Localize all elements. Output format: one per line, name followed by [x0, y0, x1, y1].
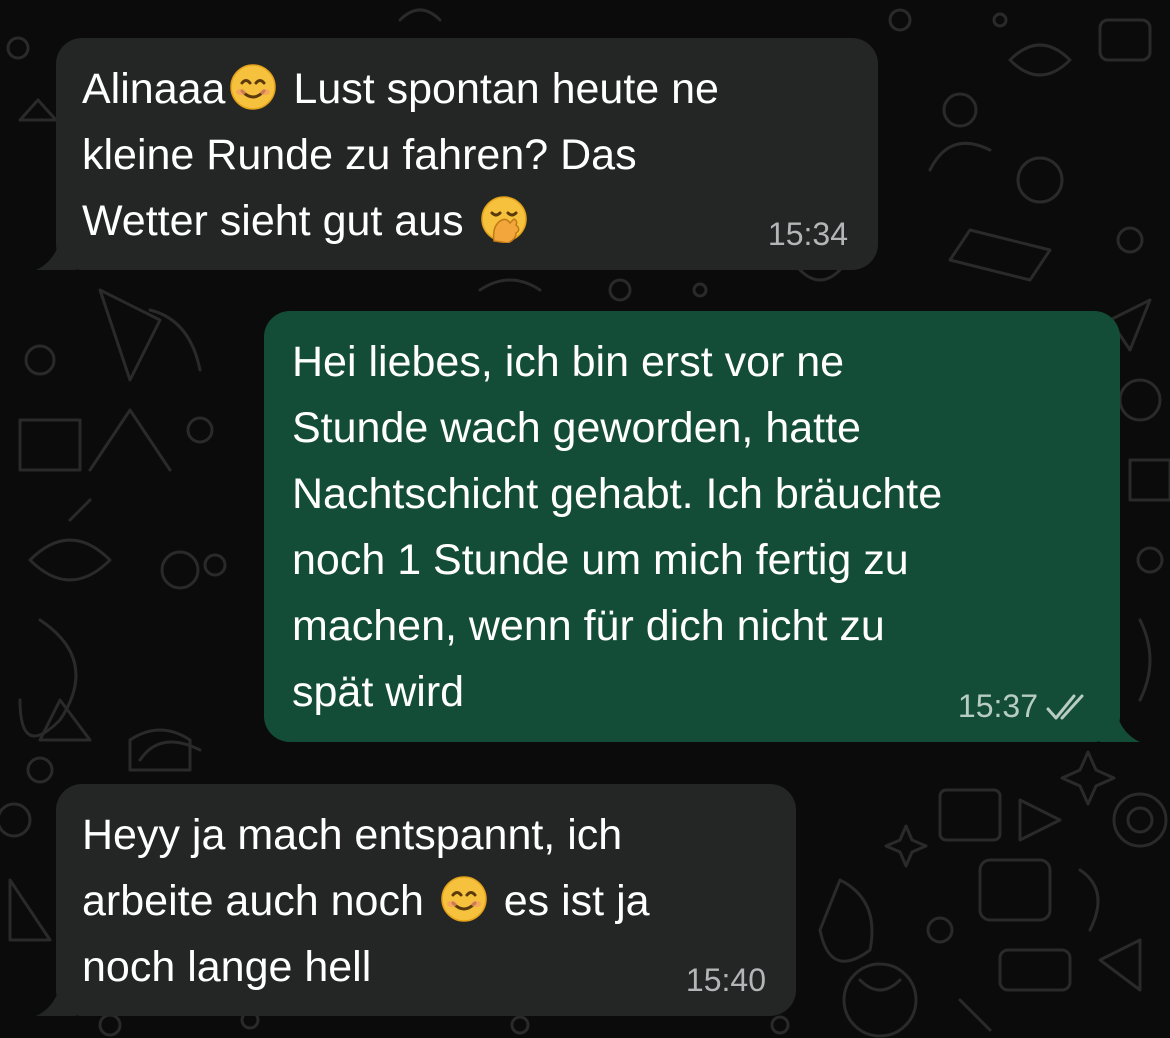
- message-text: Hei liebes, ich bin erst vor ne Stunde w…: [292, 338, 943, 716]
- smiling-face-emoji-icon: [441, 876, 487, 922]
- message-time: 15:37: [957, 688, 1038, 724]
- message-time: 15:40: [685, 962, 766, 998]
- double-check-icon: [1046, 694, 1084, 720]
- message-bubble-incoming[interactable]: Alinaaa Lust spontan heute ne kleine Run…: [56, 38, 878, 270]
- message-time: 15:34: [767, 216, 848, 252]
- message-text: Alinaaa Lust spontan heute ne kleine Run…: [82, 56, 852, 254]
- message-bubble-incoming[interactable]: Heyy ja mach entspannt, ich arbeite auch…: [56, 784, 796, 1016]
- hand-over-mouth-emoji-icon: [480, 196, 527, 243]
- message-text-part: Alinaaa: [82, 65, 226, 113]
- message-bubble-outgoing[interactable]: Hei liebes, ich bin erst vor ne Stunde w…: [264, 311, 1120, 742]
- message-time-row: 15:37: [958, 688, 1090, 724]
- smiling-face-emoji-icon: [230, 64, 277, 110]
- message-text: Heyy ja mach entspannt, ich arbeite auch…: [82, 802, 770, 1000]
